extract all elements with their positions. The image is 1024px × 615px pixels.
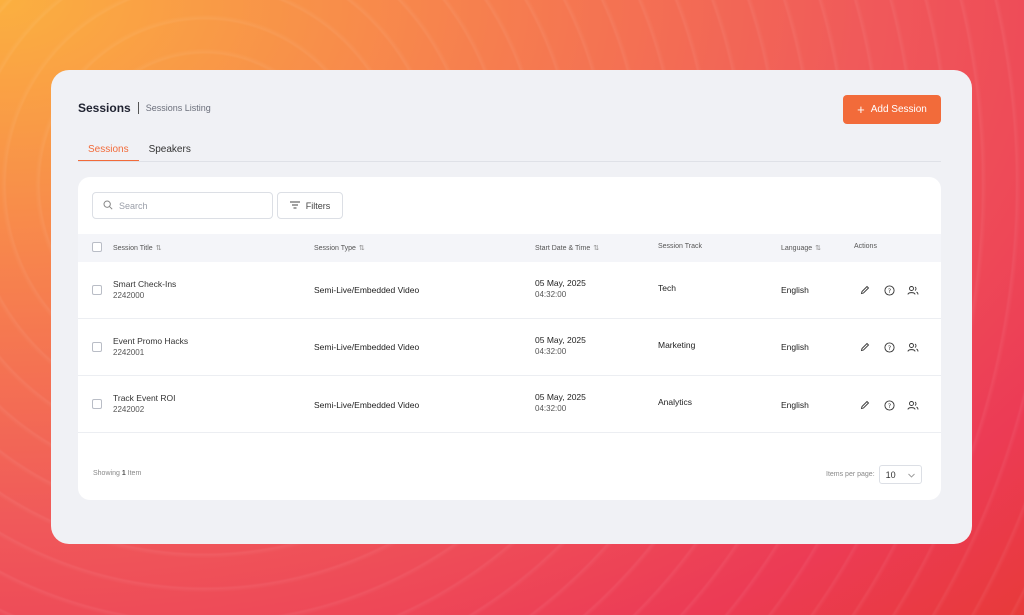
sort-icon: ⇅	[155, 245, 162, 252]
start-time: 04:32:00	[535, 347, 567, 356]
session-type: Semi-Live/Embedded Video	[314, 285, 420, 295]
session-language: English	[781, 400, 809, 410]
column-session-track-label: Session Track	[658, 243, 702, 250]
session-track: Tech	[658, 283, 676, 293]
search-box[interactable]	[92, 192, 273, 219]
filters-label: Filters	[305, 200, 331, 211]
session-title: Track Event ROI	[113, 393, 176, 403]
items-per-page: Items per page: 10	[826, 465, 922, 484]
header-divider	[137, 102, 139, 114]
items-per-page-select[interactable]: 10	[878, 465, 922, 484]
users-icon[interactable]	[907, 284, 919, 296]
chevron-down-icon	[907, 470, 915, 480]
showing-prefix: Showing	[93, 470, 120, 477]
sort-icon: ⇅	[815, 245, 822, 252]
question-circle-icon[interactable]: ?	[883, 341, 895, 353]
add-session-label: Add Session	[870, 104, 927, 115]
column-session-type[interactable]: Session Type ⇅	[314, 244, 365, 253]
question-circle-icon[interactable]: ?	[883, 399, 895, 411]
start-datetime-cell: 05 May, 2025 04:32:00	[535, 335, 586, 356]
start-time: 04:32:00	[535, 290, 567, 299]
session-title: Event Promo Hacks	[113, 336, 189, 346]
start-date: 05 May, 2025	[535, 335, 586, 345]
session-id: 2242002	[113, 405, 145, 414]
start-datetime-cell: 05 May, 2025 04:32:00	[535, 278, 586, 299]
session-track: Analytics	[658, 397, 693, 407]
page-header: Sessions Sessions Listing	[78, 101, 211, 115]
filters-button[interactable]: Filters	[277, 192, 343, 219]
tab-sessions[interactable]: Sessions	[78, 140, 139, 161]
table-row: Smart Check-Ins 2242000 Semi-Live/Embedd…	[78, 262, 941, 319]
users-icon[interactable]	[907, 399, 919, 411]
column-start-date-label: Start Date & Time	[535, 244, 591, 252]
question-circle-icon[interactable]: ?	[883, 284, 895, 296]
start-date: 05 May, 2025	[535, 278, 586, 288]
session-title-cell[interactable]: Event Promo Hacks 2242001	[113, 336, 188, 357]
session-id: 2242001	[113, 348, 145, 357]
column-session-type-label: Session Type	[314, 244, 356, 252]
session-id: 2242000	[113, 291, 145, 300]
row-actions: ?	[859, 399, 919, 411]
page-subtitle: Sessions Listing	[145, 103, 211, 113]
column-actions-label: Actions	[854, 243, 877, 250]
showing-number: 1	[121, 470, 126, 477]
table-row: Event Promo Hacks 2242001 Semi-Live/Embe…	[78, 319, 941, 376]
select-all-checkbox[interactable]	[92, 242, 102, 252]
svg-text:?: ?	[887, 286, 890, 294]
items-per-page-label: Items per page:	[826, 471, 875, 478]
session-type: Semi-Live/Embedded Video	[314, 342, 420, 352]
session-language: English	[781, 285, 809, 295]
column-session-track: Session Track	[658, 243, 702, 250]
pencil-icon[interactable]	[859, 341, 871, 353]
search-input[interactable]	[119, 200, 259, 211]
session-title-cell[interactable]: Smart Check-Ins 2242000	[113, 279, 176, 300]
sessions-table-card: Filters Session Title⇅ Session Type⇅ Sta…	[78, 177, 941, 500]
pencil-icon[interactable]	[859, 284, 871, 296]
tab-speakers[interactable]: Speakers	[139, 140, 201, 161]
column-session-title-label: Session Title	[113, 244, 153, 252]
svg-text:?: ?	[887, 343, 890, 351]
table-header: Session Title ⇅ Session Type ⇅ Start Date …	[78, 234, 941, 262]
session-title: Smart Check-Ins	[113, 279, 177, 289]
start-date: 05 May, 2025	[535, 392, 586, 402]
pencil-icon[interactable]	[859, 399, 871, 411]
table-row: Track Event ROI 2242002 Semi-Live/Embedd…	[78, 376, 941, 433]
session-track: Marketing	[658, 340, 696, 350]
session-type: Semi-Live/Embedded Video	[314, 400, 420, 410]
filter-icon	[289, 200, 300, 211]
start-time: 04:32:00	[535, 404, 567, 413]
row-actions: ?	[859, 284, 919, 296]
session-language: English	[781, 342, 809, 352]
column-session-title[interactable]: Session Title ⇅	[113, 244, 162, 253]
search-icon	[103, 197, 113, 215]
row-checkbox[interactable]	[92, 342, 102, 352]
column-language-label: Language	[781, 244, 813, 252]
column-actions: Actions	[854, 243, 877, 250]
session-title-cell[interactable]: Track Event ROI 2242002	[113, 393, 176, 414]
sort-icon: ⇅	[593, 245, 600, 252]
svg-text:?: ?	[887, 401, 890, 409]
add-session-button[interactable]: + Add Session	[843, 95, 941, 124]
showing-suffix: Item	[127, 470, 142, 477]
showing-count: Showing 1 Item	[93, 470, 141, 477]
tab-bar: Sessions Speakers	[78, 140, 941, 162]
main-panel: Sessions Sessions Listing + Add Session …	[51, 70, 972, 544]
users-icon[interactable]	[907, 341, 919, 353]
row-actions: ?	[859, 341, 919, 353]
page-title: Sessions	[78, 101, 131, 115]
row-checkbox[interactable]	[92, 399, 102, 409]
plus-icon: +	[857, 102, 865, 117]
column-language[interactable]: Language ⇅	[781, 244, 822, 253]
sort-icon: ⇅	[358, 245, 365, 252]
start-datetime-cell: 05 May, 2025 04:32:00	[535, 392, 586, 413]
column-start-date[interactable]: Start Date & Time ⇅	[535, 244, 600, 253]
items-per-page-value: 10	[885, 469, 896, 480]
row-checkbox[interactable]	[92, 285, 102, 295]
